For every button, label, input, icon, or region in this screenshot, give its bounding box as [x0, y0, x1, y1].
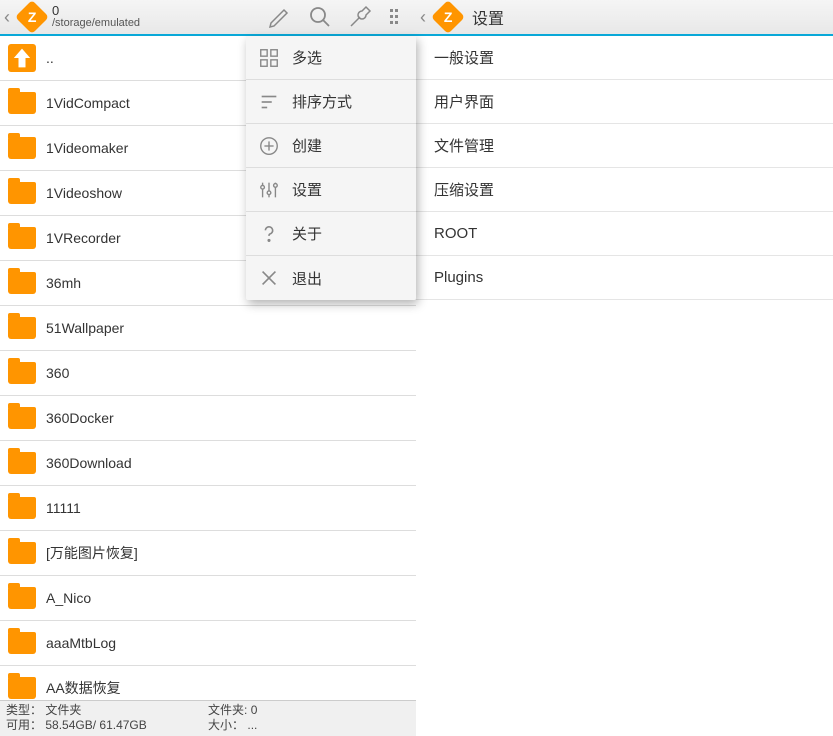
folder-row[interactable]: 11111 [0, 486, 416, 531]
folder-icon [8, 317, 36, 339]
folder-icon [8, 182, 36, 204]
up-arrow-icon [8, 44, 36, 72]
dropdown-item-exit[interactable]: 退出 [246, 256, 416, 300]
settings-title: 设置 [464, 5, 504, 29]
settings-item[interactable]: 用户界面 [416, 80, 833, 124]
dropdown-label: 设置 [292, 179, 322, 200]
folder-icon [8, 587, 36, 609]
menu-icon[interactable] [388, 5, 402, 29]
folder-icon [8, 542, 36, 564]
exit-icon [258, 267, 280, 289]
settings-item[interactable]: 文件管理 [416, 124, 833, 168]
folder-name: aaaMtbLog [46, 635, 116, 651]
folder-name: 36mh [46, 275, 81, 291]
folder-row[interactable]: 360Docker [0, 396, 416, 441]
app-logo-icon[interactable]: Z [15, 0, 49, 34]
dropdown-label: 多选 [292, 47, 322, 68]
folder-name: 360 [46, 365, 69, 381]
create-icon [258, 135, 280, 157]
search-icon[interactable] [308, 5, 332, 29]
up-label: .. [46, 50, 54, 66]
folder-icon [8, 497, 36, 519]
folder-name: 11111 [46, 500, 81, 516]
settings-list: 一般设置用户界面文件管理压缩设置 ROOT Plugins [416, 36, 833, 300]
settings-item[interactable]: ROOT [416, 212, 833, 256]
dropdown-item-create[interactable]: 创建 [246, 124, 416, 168]
settings-item[interactable]: Plugins [416, 256, 833, 300]
settings-item[interactable]: 一般设置 [416, 36, 833, 80]
dropdown-label: 退出 [292, 268, 322, 289]
folder-icon [8, 452, 36, 474]
folder-row[interactable]: [万能图片恢复] [0, 531, 416, 576]
folder-name: 1Videoshow [46, 185, 122, 201]
folder-icon [8, 677, 36, 699]
folder-name: A_Nico [46, 590, 91, 606]
current-path: /storage/emulated [52, 17, 268, 30]
folder-name: [万能图片恢复] [46, 543, 138, 563]
dropdown-item-grid[interactable]: 多选 [246, 36, 416, 80]
folder-name: AA数据恢复 [46, 678, 121, 698]
folder-name: 1Videomaker [46, 140, 128, 156]
folder-icon [8, 272, 36, 294]
help-icon [258, 223, 280, 245]
folder-icon [8, 362, 36, 384]
folder-name: 360Docker [46, 410, 114, 426]
sort-icon [258, 91, 280, 113]
back-chevron-icon[interactable]: ‹ [4, 7, 16, 28]
folder-icon [8, 137, 36, 159]
left-header: ‹ Z 0 /storage/emulated [0, 0, 416, 36]
settings-label: ROOT [434, 225, 477, 242]
settings-label: 压缩设置 [434, 179, 494, 200]
folder-icon [8, 92, 36, 114]
dropdown-item-sort[interactable]: 排序方式 [246, 80, 416, 124]
dropdown-item-help[interactable]: 关于 [246, 212, 416, 256]
folder-name: 1VRecorder [46, 230, 121, 246]
folder-row[interactable]: A_Nico [0, 576, 416, 621]
settings-label: 用户界面 [434, 91, 494, 112]
dropdown-label: 创建 [292, 135, 322, 156]
folder-row[interactable]: aaaMtbLog [0, 621, 416, 666]
wrench-icon[interactable] [348, 5, 372, 29]
back-chevron-icon[interactable]: ‹ [420, 7, 432, 28]
app-logo-icon[interactable]: Z [431, 0, 465, 34]
settings-label: 一般设置 [434, 47, 494, 68]
grid-icon [258, 47, 280, 69]
folder-count: 0 [52, 4, 268, 17]
settings-icon [258, 179, 280, 201]
options-dropdown: 多选 排序方式 创建 设置 关于 退出 [246, 36, 416, 300]
edit-icon[interactable] [268, 5, 292, 29]
folder-name: 51Wallpaper [46, 320, 124, 336]
dropdown-label: 排序方式 [292, 91, 352, 112]
folder-icon [8, 407, 36, 429]
folder-icon [8, 632, 36, 654]
status-bar: 类型： 文件夹 可用： 58.54GB/ 61.47GB 文件夹: 0 大小： … [0, 700, 416, 736]
folder-row[interactable]: 360Download [0, 441, 416, 486]
folder-name: 360Download [46, 455, 132, 471]
dropdown-item-settings[interactable]: 设置 [246, 168, 416, 212]
dropdown-label: 关于 [292, 223, 322, 244]
settings-label: 文件管理 [434, 135, 494, 156]
folder-name: 1VidCompact [46, 95, 130, 111]
path-info[interactable]: 0 /storage/emulated [48, 4, 268, 30]
settings-label: Plugins [434, 269, 483, 286]
folder-row[interactable]: AA数据恢复 [0, 666, 416, 700]
folder-row[interactable]: 51Wallpaper [0, 306, 416, 351]
folder-row[interactable]: 360 [0, 351, 416, 396]
folder-icon [8, 227, 36, 249]
settings-item[interactable]: 压缩设置 [416, 168, 833, 212]
right-header: ‹ Z 设置 [416, 0, 833, 36]
